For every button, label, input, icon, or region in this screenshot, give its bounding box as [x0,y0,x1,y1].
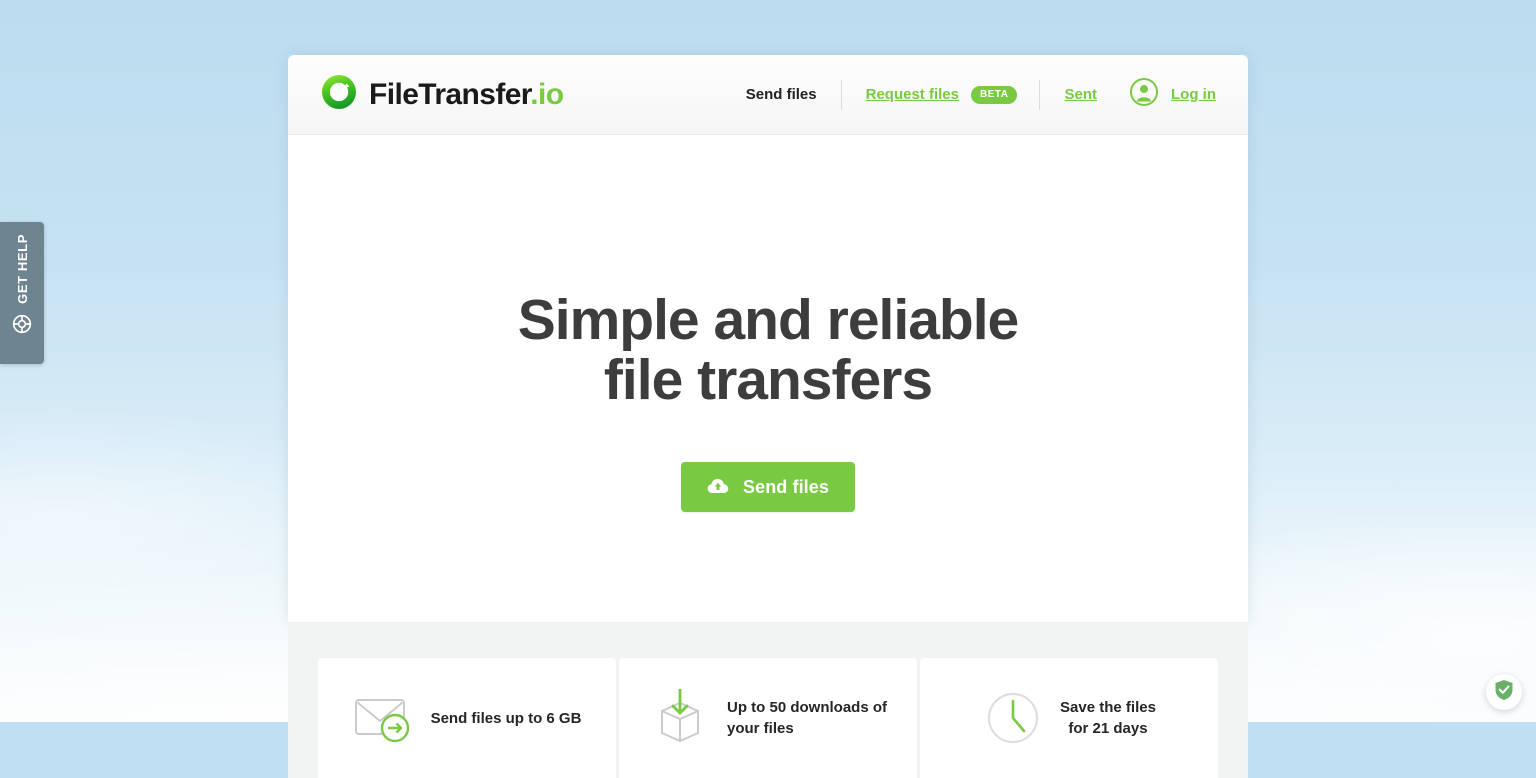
clock-icon [982,689,1044,747]
site-logo[interactable]: FileTransfer.io [318,71,564,118]
feature-retention-line2: for 21 days [1068,720,1148,737]
nav-divider-2 [1039,79,1041,110]
logo-name: FileTransfer [369,77,531,111]
login-group[interactable]: Log in [1129,77,1218,112]
nav-group-sent: Sent [1062,86,1099,103]
beta-badge: BETA [971,85,1018,104]
hero-section: Simple and reliable file transfers Send … [288,135,1248,622]
page-title: Simple and reliable file transfers [517,288,1020,412]
feature-downloads-line1: Up to 50 downloads of [727,699,887,716]
adblock-shield-badge[interactable] [1486,674,1522,710]
nav-item-send-files[interactable]: Send files [744,86,819,103]
feature-text-downloads: Up to 50 downloads of your files [727,697,887,739]
get-help-label: GET HELP [14,234,30,304]
site-header: FileTransfer.io Send files Request files… [288,55,1248,135]
feature-send-size-line1: Send files up to 6 GB [430,709,582,727]
send-files-button[interactable]: Send files [680,462,856,512]
feature-retention-line1: Save the files [1060,699,1156,716]
page-title-line2: file transfers [603,348,933,412]
nav-item-request-files[interactable]: Request files [864,86,961,103]
page-title-line1: Simple and reliable [517,288,1020,352]
user-avatar-icon [1129,77,1159,112]
feature-text-send-size: Send files up to 6 GB [431,708,582,729]
nav-group-request-files: Request files BETA [864,85,1018,104]
logo-wordmark: FileTransfer.io [369,77,564,112]
get-help-tab[interactable]: GET HELP [0,222,44,364]
features-band: Send files up to 6 GB Up to 50 downloads… [288,622,1248,778]
lifebuoy-icon [12,314,32,334]
filetransfer-ring-logo [318,71,360,118]
main-nav: Send files Request files BETA Sent Log i… [744,75,1218,115]
cloud-upload-icon [707,477,729,498]
shield-check-icon [1494,679,1514,706]
nav-group-send-files: Send files [744,86,819,103]
send-files-button-label: Send files [742,476,830,497]
logo-tld: .io [530,77,564,111]
box-download-icon [649,687,711,747]
feature-downloads-line2: your files [727,720,794,737]
nav-divider-1 [840,79,842,110]
page-container: FileTransfer.io Send files Request files… [288,55,1248,778]
envelope-send-icon [353,690,415,746]
feature-card-send-size: Send files up to 6 GB [318,658,616,778]
login-link[interactable]: Log in [1169,86,1218,103]
feature-text-retention: Save the files for 21 days [1060,697,1156,739]
hero-card: FileTransfer.io Send files Request files… [288,55,1248,622]
nav-item-sent[interactable]: Sent [1062,86,1099,103]
feature-card-retention: Save the files for 21 days [920,658,1218,778]
features-row: Send files up to 6 GB Up to 50 downloads… [318,658,1218,778]
feature-card-downloads: Up to 50 downloads of your files [619,658,917,778]
